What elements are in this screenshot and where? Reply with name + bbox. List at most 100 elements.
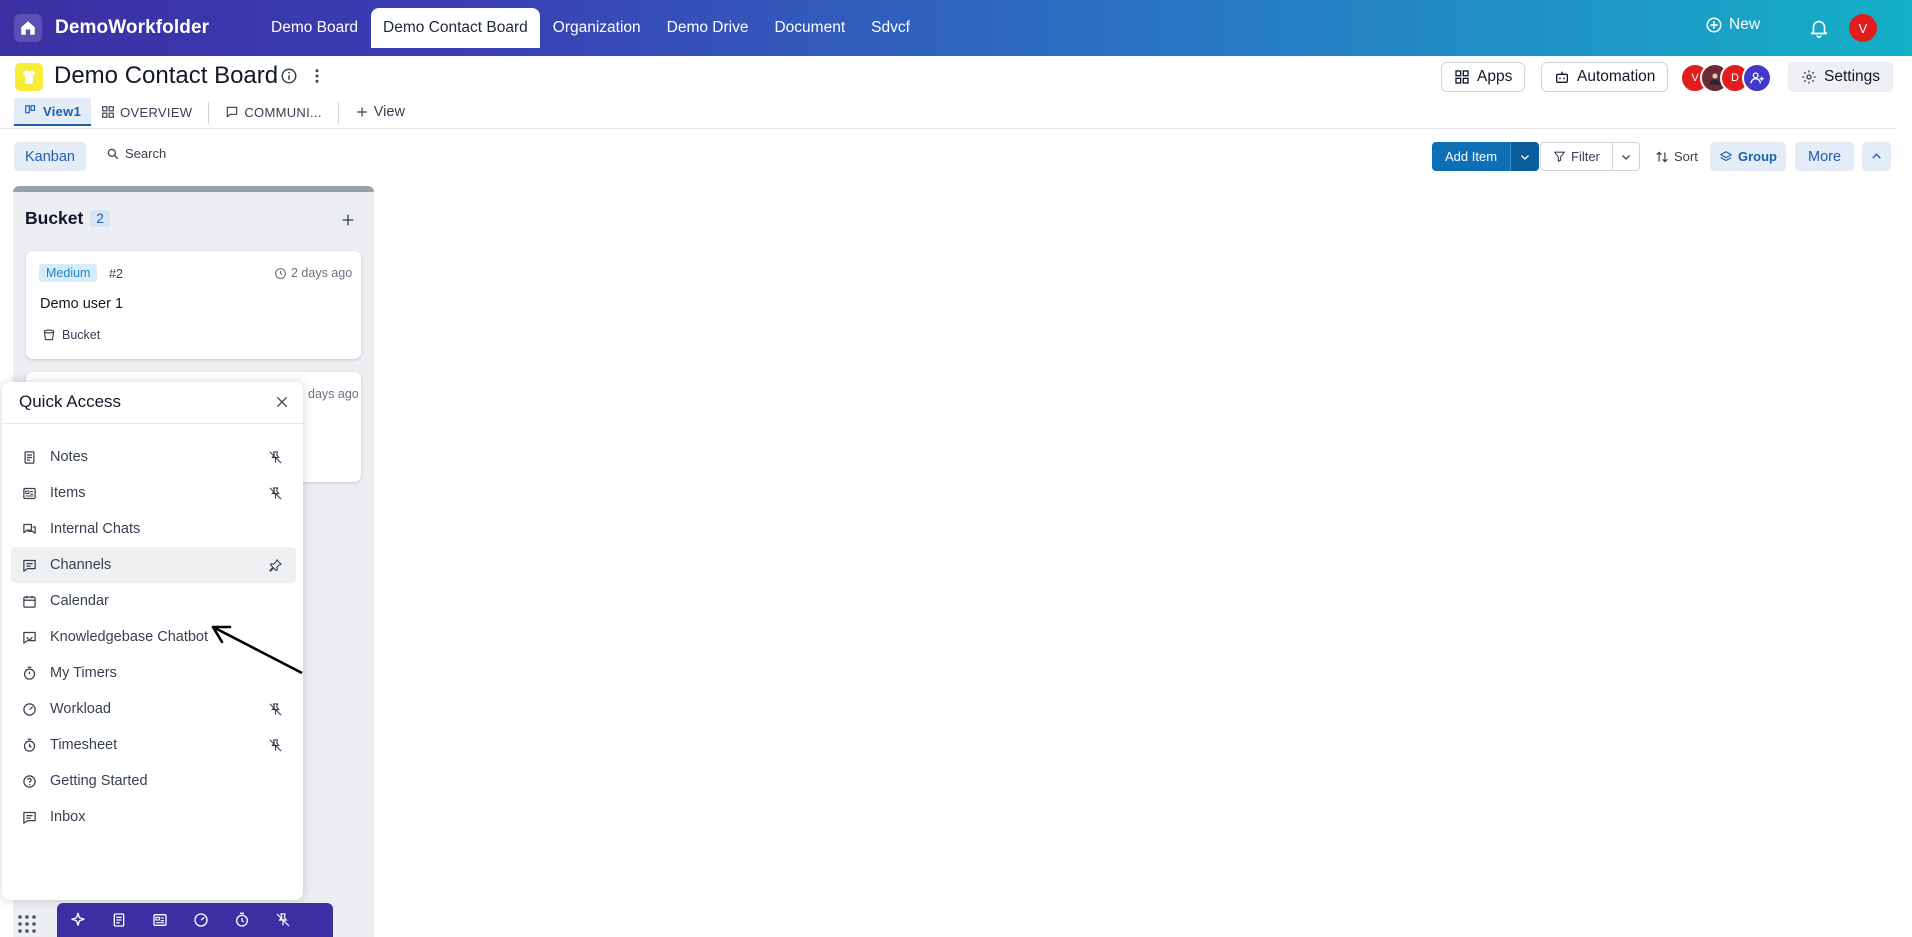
info-icon[interactable]: [280, 67, 298, 85]
sort-icon: [1656, 151, 1668, 162]
apps-button[interactable]: Apps: [1441, 62, 1526, 92]
card-bucket-label: Bucket: [62, 328, 101, 342]
quick-access-item-channels[interactable]: Channels: [11, 547, 296, 583]
group-button[interactable]: Group: [1710, 142, 1786, 171]
column-title: Bucket: [25, 208, 84, 228]
quick-access-item-items[interactable]: Items: [11, 475, 296, 511]
pin-icon[interactable]: [268, 558, 283, 573]
search-icon: [107, 148, 119, 159]
nav-tab-organization[interactable]: Organization: [540, 8, 654, 48]
column-count-badge: 2: [90, 210, 110, 227]
more-vertical-icon[interactable]: [312, 67, 322, 85]
settings-label: Settings: [1824, 68, 1881, 85]
unpin-icon[interactable]: [268, 738, 283, 753]
chat-icon: [227, 106, 238, 118]
dock-unpin-button[interactable]: [262, 903, 303, 937]
add-item-button[interactable]: Add Item: [1432, 142, 1511, 171]
dock-notes-button[interactable]: [98, 903, 139, 937]
card-timestamp: 2 days ago: [274, 266, 352, 280]
tab-divider: [208, 102, 210, 124]
items-icon: [152, 914, 167, 926]
internal-chats-icon: [23, 523, 36, 534]
filter-button[interactable]: Filter: [1540, 142, 1613, 171]
nav-tab-demo-board[interactable]: Demo Board: [258, 8, 371, 48]
collapse-toolbar-button[interactable]: [1862, 142, 1891, 171]
card-id: #2: [109, 267, 123, 281]
quick-access-dock: [57, 903, 333, 937]
add-item-dropdown[interactable]: [1510, 142, 1540, 171]
filter-dropdown[interactable]: [1612, 142, 1640, 171]
board-title: Demo Contact Board: [54, 62, 279, 89]
sort-button[interactable]: Sort: [1655, 142, 1698, 171]
search-button[interactable]: Search: [106, 146, 166, 161]
kanban-icon: [25, 105, 36, 114]
search-label: Search: [125, 146, 167, 161]
quick-access-label: Internal Chats: [50, 521, 141, 537]
card-time-label: days ago: [308, 387, 359, 401]
quick-access-item-workload[interactable]: Workload: [11, 691, 296, 727]
settings-button[interactable]: Settings: [1788, 62, 1894, 92]
apps-label: Apps: [1477, 68, 1513, 85]
notes-icon: [24, 450, 35, 464]
dock-ai-button[interactable]: [57, 903, 98, 937]
divider: [0, 128, 1896, 129]
nav-tab-sdvcf[interactable]: Sdvcf: [858, 8, 923, 48]
tab-overview[interactable]: OVERVIEW: [91, 98, 202, 126]
more-button[interactable]: More: [1795, 142, 1855, 171]
new-button[interactable]: New: [1705, 16, 1760, 34]
workspace-name[interactable]: DemoWorkfolder: [55, 17, 209, 39]
bucket-icon: [43, 329, 55, 341]
home-button[interactable]: [14, 14, 42, 42]
timer-icon: [23, 666, 36, 680]
chevron-down-icon: [1521, 154, 1529, 160]
notifications-bell-icon[interactable]: [1808, 17, 1830, 39]
user-avatar[interactable]: V: [1849, 14, 1877, 42]
quick-access-item-timesheet[interactable]: Timesheet: [11, 727, 296, 763]
calendar-icon: [23, 595, 36, 608]
notes-icon: [113, 913, 124, 927]
dock-timer-button[interactable]: [221, 903, 262, 937]
quick-access-label: My Timers: [50, 665, 117, 681]
board-icon[interactable]: [15, 63, 43, 91]
unpin-icon[interactable]: [268, 702, 283, 717]
robot-icon: [1556, 71, 1568, 83]
quick-access-item-internal-chats[interactable]: Internal Chats: [11, 511, 296, 547]
tab-view1[interactable]: View1: [14, 98, 92, 126]
board-tabs: Demo Board Demo Contact Board Organizati…: [258, 8, 923, 48]
add-card-plus-icon[interactable]: [340, 212, 356, 228]
board-members[interactable]: V D: [1680, 63, 1776, 93]
nav-tab-demo-contact-board[interactable]: Demo Contact Board: [371, 8, 540, 48]
quick-access-item-getting-started[interactable]: Getting Started: [11, 763, 296, 799]
dock-items-button[interactable]: [139, 903, 180, 937]
timer-icon: [235, 912, 248, 927]
automation-button[interactable]: Automation: [1541, 62, 1669, 92]
quick-access-item-calendar[interactable]: Calendar: [11, 583, 296, 619]
quick-access-item-notes[interactable]: Notes: [11, 439, 296, 475]
add-view-button[interactable]: View: [345, 98, 415, 126]
chevron-down-icon: [1621, 154, 1630, 160]
unpin-icon[interactable]: [268, 450, 283, 465]
tab-communication[interactable]: COMMUNI...: [215, 98, 331, 126]
add-view-label: View: [373, 104, 405, 120]
add-member-button[interactable]: [1742, 63, 1772, 93]
channels-icon: [23, 559, 36, 572]
dock-workload-button[interactable]: [180, 903, 221, 937]
ai-sparkle-icon: [70, 912, 85, 926]
home-icon: [21, 21, 35, 35]
chevron-up-icon: [1872, 153, 1881, 159]
quick-access-label: Calendar: [50, 593, 109, 609]
unpin-icon[interactable]: [268, 486, 283, 501]
nav-tab-demo-drive[interactable]: Demo Drive: [654, 8, 762, 48]
kanban-card[interactable]: Medium #2 2 days ago Demo user 1 Bucket: [26, 251, 361, 359]
app-grid-icon[interactable]: [17, 914, 37, 934]
help-icon: [23, 774, 36, 788]
divider: [2, 423, 303, 424]
quick-access-item-inbox[interactable]: Inbox: [11, 799, 296, 835]
sort-label: Sort: [1674, 149, 1698, 164]
group-label: Group: [1738, 149, 1777, 164]
kanban-view-chip[interactable]: Kanban: [14, 142, 86, 171]
apps-icon: [1455, 70, 1469, 84]
nav-tab-document[interactable]: Document: [761, 8, 858, 48]
priority-badge: Medium: [39, 264, 98, 282]
close-icon[interactable]: [275, 395, 289, 409]
